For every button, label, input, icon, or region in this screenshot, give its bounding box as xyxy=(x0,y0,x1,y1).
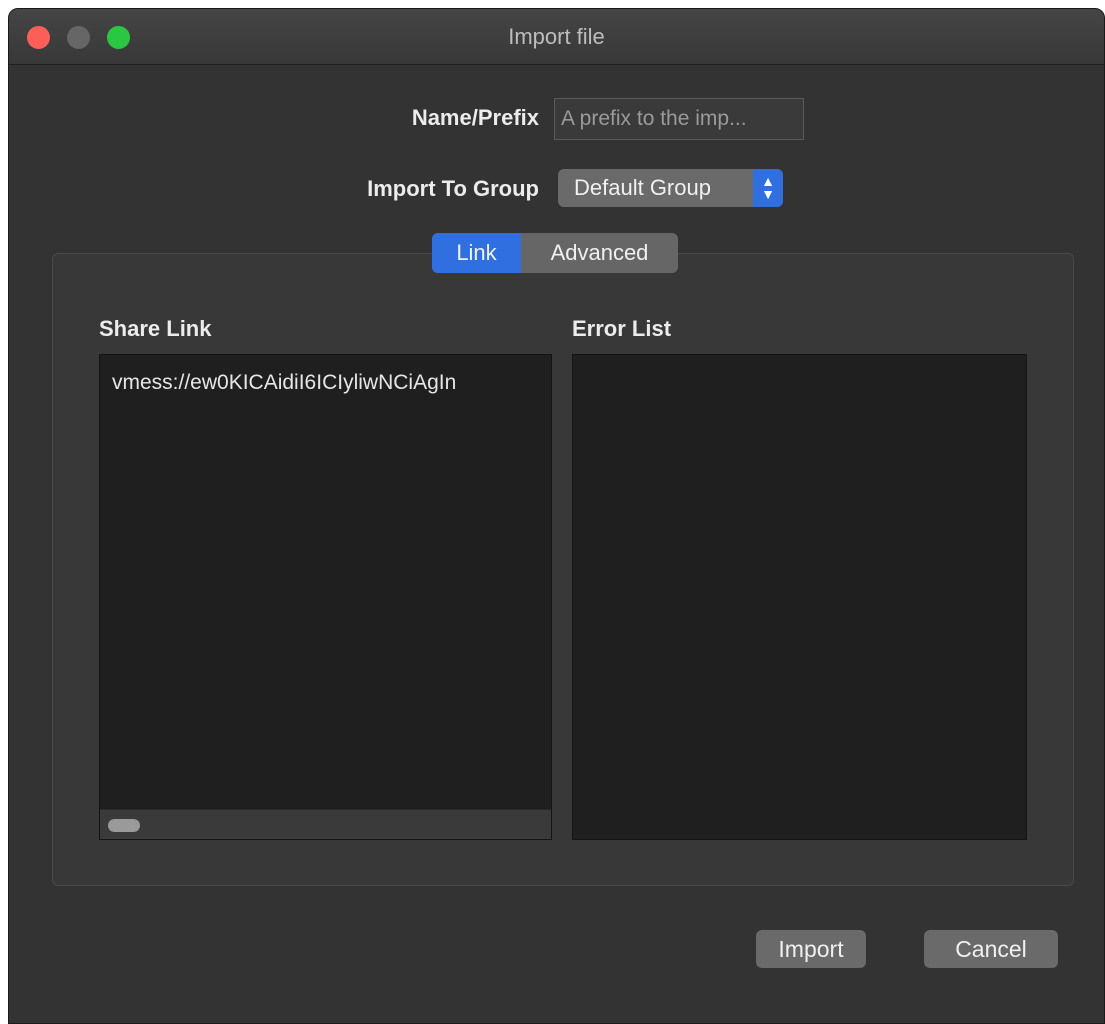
tab-link[interactable]: Link xyxy=(432,233,521,273)
share-link-label: Share Link xyxy=(99,316,212,341)
import-button[interactable]: Import xyxy=(756,930,866,968)
group-select-value: Default Group xyxy=(574,175,711,200)
tab-content-box: Share Link Error List vmess://ew0KICAidi… xyxy=(52,253,1074,886)
horizontal-scrollbar[interactable] xyxy=(100,809,551,839)
window-title: Import file xyxy=(508,24,605,49)
group-select[interactable]: Default Group ▲ ▼ xyxy=(558,169,783,207)
tab-segmented-control: Link Advanced xyxy=(432,233,678,273)
import-to-group-label: Import To Group xyxy=(367,176,539,201)
chevron-up-down-icon: ▲ ▼ xyxy=(753,169,783,207)
scrollbar-thumb[interactable] xyxy=(108,819,140,832)
share-link-textarea[interactable]: vmess://ew0KICAidiI6ICIyliwNCiAgIn xyxy=(99,354,552,840)
error-list-textarea[interactable] xyxy=(572,354,1027,840)
title-bar: Import file xyxy=(9,9,1104,65)
name-prefix-input[interactable] xyxy=(554,98,804,140)
cancel-button[interactable]: Cancel xyxy=(924,930,1058,968)
error-list-label: Error List xyxy=(572,316,672,341)
share-link-text: vmess://ew0KICAidiI6ICIyliwNCiAgIn xyxy=(112,371,457,394)
tab-advanced[interactable]: Advanced xyxy=(521,233,678,273)
name-prefix-label: Name/Prefix xyxy=(411,105,539,130)
import-file-window: Import file Name/Prefix Import To Group … xyxy=(8,8,1105,1024)
